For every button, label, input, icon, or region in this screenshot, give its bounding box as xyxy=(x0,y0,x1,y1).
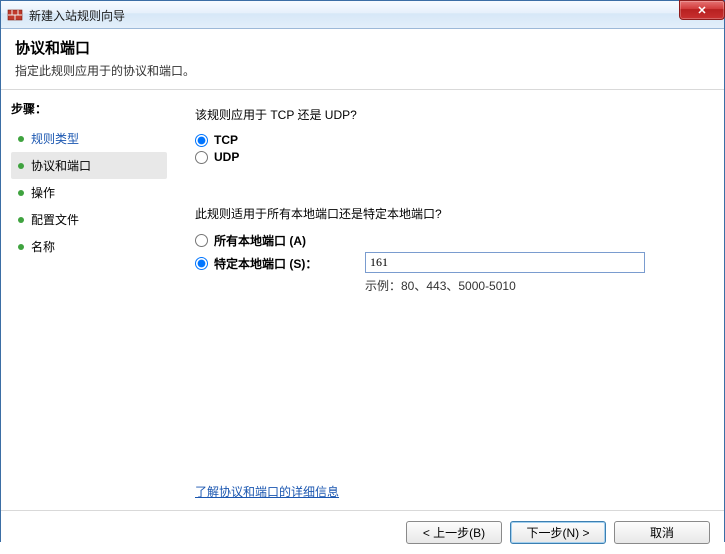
port-question: 此规则适用于所有本地端口还是特定本地端口? xyxy=(195,205,702,222)
specific-ports-block: 特定本地端口 (S)： 示例：80、443、5000-5010 xyxy=(195,252,702,294)
step-profile[interactable]: 配置文件 xyxy=(11,206,167,233)
steps-title: 步骤： xyxy=(11,100,167,117)
cancel-button[interactable]: 取消 xyxy=(614,521,710,544)
body: 步骤： 规则类型 协议和端口 xyxy=(1,90,724,510)
step-label: 配置文件 xyxy=(31,211,79,228)
radio-specific-ports[interactable] xyxy=(195,257,208,270)
window-title: 新建入站规则向导 xyxy=(29,6,125,24)
back-button[interactable]: < 上一步(B) xyxy=(406,521,502,544)
step-label: 操作 xyxy=(31,184,55,201)
next-button[interactable]: 下一步(N) > xyxy=(510,521,606,544)
step-name[interactable]: 名称 xyxy=(11,233,167,260)
radio-specific-ports-label[interactable]: 特定本地端口 (S)： xyxy=(214,255,317,272)
step-label: 规则类型 xyxy=(31,130,79,147)
step-label: 协议和端口 xyxy=(31,157,91,174)
page-title: 协议和端口 xyxy=(15,37,710,58)
step-action[interactable]: 操作 xyxy=(11,179,167,206)
wizard-window: 新建入站规则向导 ✕ 协议和端口 指定此规则应用于的协议和端口。 步骤： 规则类… xyxy=(0,0,725,542)
radio-tcp-label[interactable]: TCP xyxy=(214,133,238,147)
steps-sidebar: 步骤： 规则类型 协议和端口 xyxy=(1,90,173,510)
radio-udp-row: UDP xyxy=(195,150,702,164)
close-icon: ✕ xyxy=(697,4,706,17)
bullet-icon xyxy=(17,243,25,251)
firewall-icon xyxy=(7,7,23,23)
bullet-icon xyxy=(17,162,25,170)
radio-tcp-row: TCP xyxy=(195,133,702,147)
protocol-question: 该规则应用于 TCP 还是 UDP? xyxy=(195,106,702,123)
bullet-icon xyxy=(17,216,25,224)
radio-udp[interactable] xyxy=(195,151,208,164)
page-subtitle: 指定此规则应用于的协议和端口。 xyxy=(15,62,710,79)
learn-more-link[interactable]: 了解协议和端口的详细信息 xyxy=(195,483,339,500)
header-band: 协议和端口 指定此规则应用于的协议和端口。 xyxy=(1,29,724,90)
step-label: 名称 xyxy=(31,238,55,255)
radio-udp-label[interactable]: UDP xyxy=(214,150,239,164)
bullet-icon xyxy=(17,189,25,197)
footer: < 上一步(B) 下一步(N) > 取消 xyxy=(1,510,724,554)
bullet-icon xyxy=(17,135,25,143)
cancel-button-label: 取消 xyxy=(650,524,674,541)
titlebar: 新建入站规则向导 ✕ xyxy=(1,1,724,29)
port-input[interactable] xyxy=(365,252,645,273)
port-example: 示例：80、443、5000-5010 xyxy=(365,277,702,294)
radio-all-ports-row: 所有本地端口 (A) xyxy=(195,232,702,249)
radio-all-ports[interactable] xyxy=(195,234,208,247)
main-panel: 该规则应用于 TCP 还是 UDP? TCP UDP 此规则适用于所有本地端口还… xyxy=(173,90,724,510)
close-button[interactable]: ✕ xyxy=(679,0,725,20)
radio-tcp[interactable] xyxy=(195,134,208,147)
steps-list: 规则类型 协议和端口 操作 xyxy=(11,125,167,260)
step-protocol-ports[interactable]: 协议和端口 xyxy=(11,152,167,179)
back-button-label: < 上一步(B) xyxy=(423,524,485,541)
radio-all-ports-label[interactable]: 所有本地端口 (A) xyxy=(214,232,306,249)
next-button-label: 下一步(N) > xyxy=(526,524,589,541)
radio-specific-ports-row: 特定本地端口 (S)： xyxy=(195,255,365,272)
step-rule-type[interactable]: 规则类型 xyxy=(11,125,167,152)
